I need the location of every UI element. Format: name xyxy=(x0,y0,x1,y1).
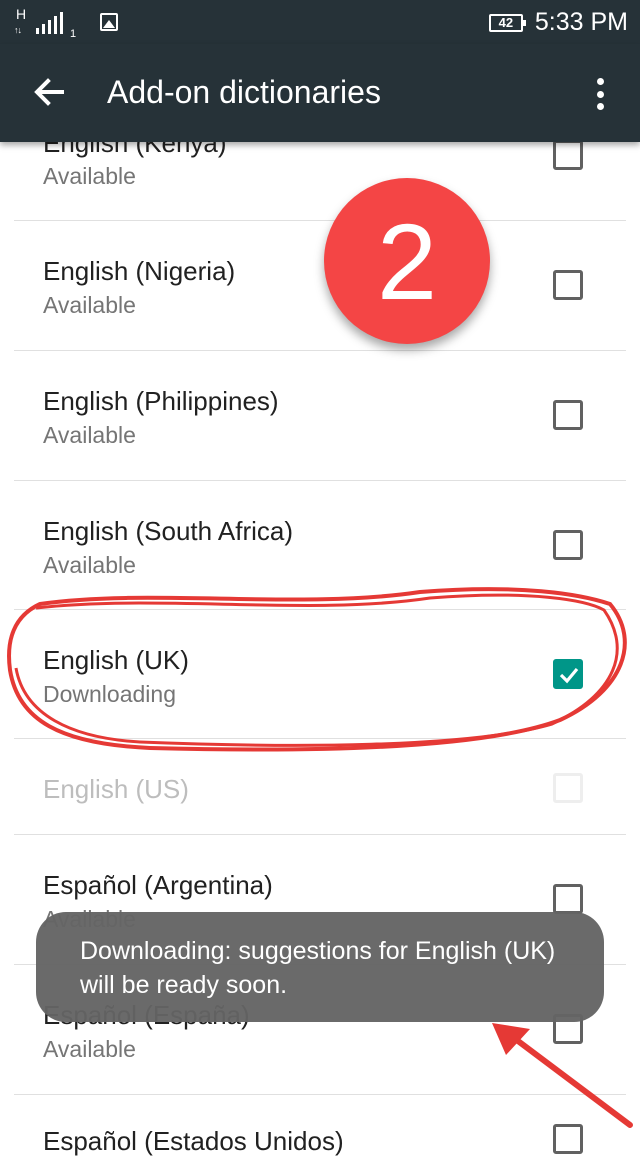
item-title: English (Nigeria) xyxy=(43,256,236,286)
network-type: H xyxy=(16,6,27,22)
list-item-disabled: English (US) xyxy=(14,738,626,835)
check-icon xyxy=(559,667,579,684)
pointer-arrow-icon xyxy=(492,1023,633,1128)
item-title: Español (Argentina) xyxy=(43,870,273,900)
item-title: English (Philippines) xyxy=(43,386,279,416)
app-bar: Add-on dictionaries xyxy=(0,44,640,142)
more-vert-icon[interactable] xyxy=(590,76,610,112)
image-notification-icon xyxy=(100,13,118,31)
item-checkbox[interactable] xyxy=(553,884,583,914)
item-status: Available xyxy=(43,1036,136,1062)
item-status: Downloading xyxy=(43,681,176,707)
list-item[interactable]: English (UK) Downloading xyxy=(14,609,626,739)
status-bar: H ↑↓ 1 42 5:33 PM xyxy=(0,0,640,44)
toast-line-2: will be ready soon. xyxy=(80,971,288,999)
arrow-left-icon[interactable] xyxy=(30,72,70,112)
step-badge: 2 xyxy=(324,178,490,344)
item-title: English (UK) xyxy=(43,645,189,675)
item-checkbox-disabled xyxy=(553,773,583,803)
sim-slot: 1 xyxy=(70,28,77,40)
signal-icon: H ↑↓ 1 xyxy=(14,6,77,40)
page-title: Add-on dictionaries xyxy=(107,74,381,110)
item-status: Available xyxy=(43,163,136,189)
item-checkbox[interactable] xyxy=(553,270,583,300)
list-item[interactable]: English (Philippines) Available xyxy=(14,350,626,481)
toast-line-1: Downloading: suggestions for English (UK… xyxy=(80,937,556,965)
battery-level: 42 xyxy=(498,15,514,30)
item-status: Available xyxy=(43,552,136,578)
battery-icon: 42 xyxy=(488,13,526,32)
clock: 5:33 PM xyxy=(534,8,628,36)
item-checkbox-checked[interactable] xyxy=(553,659,583,689)
item-title: Español (Estados Unidos) xyxy=(43,1126,344,1156)
toast-message: Downloading: suggestions for English (UK… xyxy=(36,912,604,1022)
item-status: Available xyxy=(43,292,136,318)
list-item[interactable]: English (Nigeria) Available xyxy=(14,220,626,351)
item-checkbox[interactable] xyxy=(553,530,583,560)
item-status: Available xyxy=(43,422,136,448)
item-title: English (US) xyxy=(43,774,189,804)
item-title: English (South Africa) xyxy=(43,516,294,546)
item-checkbox[interactable] xyxy=(553,400,583,430)
item-checkbox[interactable] xyxy=(553,140,583,170)
list-item[interactable]: English (South Africa) Available xyxy=(14,480,626,610)
